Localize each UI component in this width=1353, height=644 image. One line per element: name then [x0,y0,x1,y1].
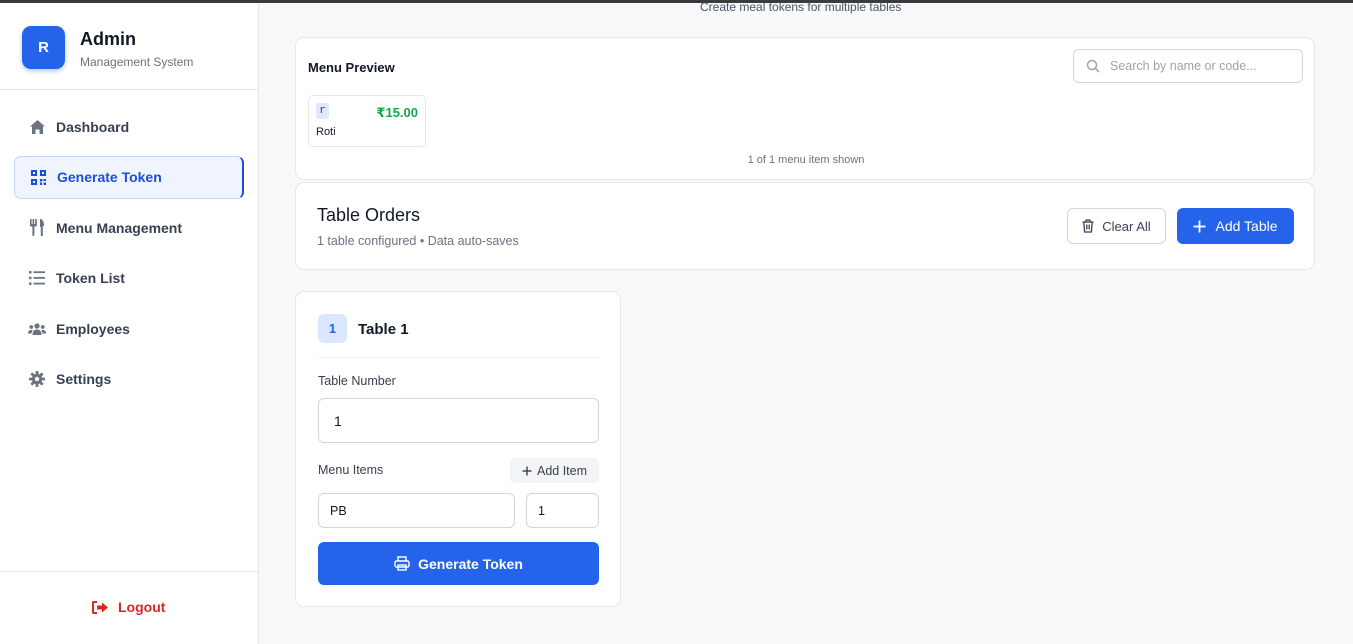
sidebar-item-settings[interactable]: Settings [14,358,244,401]
table-number-badge: 1 [318,314,347,343]
home-icon [28,118,46,136]
clear-all-label: Clear All [1102,218,1151,234]
table-card: 1 Table 1 Table Number Menu Items Add It… [295,291,621,607]
sidebar-bottom-divider [0,571,258,572]
add-item-label: Add Item [536,463,588,478]
table-orders-subtitle: 1 table configured • Data auto-saves [317,234,519,248]
table-number-label: Table Number [318,374,396,388]
search-input[interactable] [1110,59,1280,73]
table-divider [318,357,599,358]
generate-token-button[interactable]: Generate Token [318,542,599,585]
menu-item-code-input[interactable] [318,493,515,528]
sidebar-divider [0,89,258,90]
menu-items-shown-count: 1 of 1 menu item shown [747,154,865,166]
add-item-button[interactable]: Add Item [510,458,599,483]
sidebar-item-label: Settings [56,371,112,387]
search-icon [1086,59,1100,73]
logout-label: Logout [118,599,166,615]
menu-search [1073,49,1303,83]
add-table-button[interactable]: Add Table [1177,208,1294,244]
plus-icon [522,466,532,476]
clear-all-button[interactable]: Clear All [1067,208,1166,244]
table-orders-card: Table Orders 1 table configured • Data a… [295,182,1315,270]
printer-icon [394,556,410,571]
brand-title: Admin [80,29,136,49]
menu-preview-title: Menu Preview [308,60,395,75]
qrcode-icon [29,168,47,186]
sidebar-nav: Dashboard Generate Token Menu Management… [14,105,244,408]
menu-item-card[interactable]: r ₹15.00 Roti [308,95,426,147]
plus-icon [1193,220,1206,233]
sidebar-item-label: Menu Management [56,219,183,236]
menu-item-price: ₹15.00 [376,105,418,120]
sidebar-item-token-list[interactable]: Token List [14,257,244,300]
menu-preview-card: Menu Preview r ₹15.00 Roti 1 of 1 menu i… [295,37,1315,180]
sidebar-item-dashboard[interactable]: Dashboard [14,105,244,148]
table-number-input[interactable] [318,398,599,443]
sidebar-item-generate-token[interactable]: Generate Token [14,155,244,199]
brand-logo: R [22,26,65,69]
sidebar-item-label: Dashboard [56,118,130,135]
table-orders-title: Table Orders [317,205,421,225]
menu-item-quantity-input[interactable] [526,493,599,528]
users-icon [28,320,46,338]
logout-icon [92,600,108,614]
generate-token-label: Generate Token [418,555,523,572]
brand-subtitle: Management System [80,55,194,69]
brand: R Admin Management System [22,26,252,86]
table-title: Table 1 [358,321,409,338]
page-subtitle: Create meal tokens for multiple tables [700,0,902,14]
menu-item-code: r [316,103,329,119]
list-icon [28,269,46,287]
sidebar-item-label: Generate Token [57,169,162,185]
gear-icon [28,370,46,388]
sidebar: R Admin Management System Dashboard Gene… [0,3,259,644]
logout-button[interactable]: Logout [92,599,165,615]
menu-item-name: Roti [316,126,336,138]
sidebar-item-employees[interactable]: Employees [14,307,244,350]
sidebar-item-label: Employees [56,320,130,337]
sidebar-item-label: Token List [56,270,125,286]
add-table-label: Add Table [1215,218,1278,234]
utensils-icon [28,219,46,237]
sidebar-item-menu-management[interactable]: Menu Management [14,206,244,249]
menu-items-label: Menu Items [318,463,384,477]
trash-icon [1082,219,1094,233]
